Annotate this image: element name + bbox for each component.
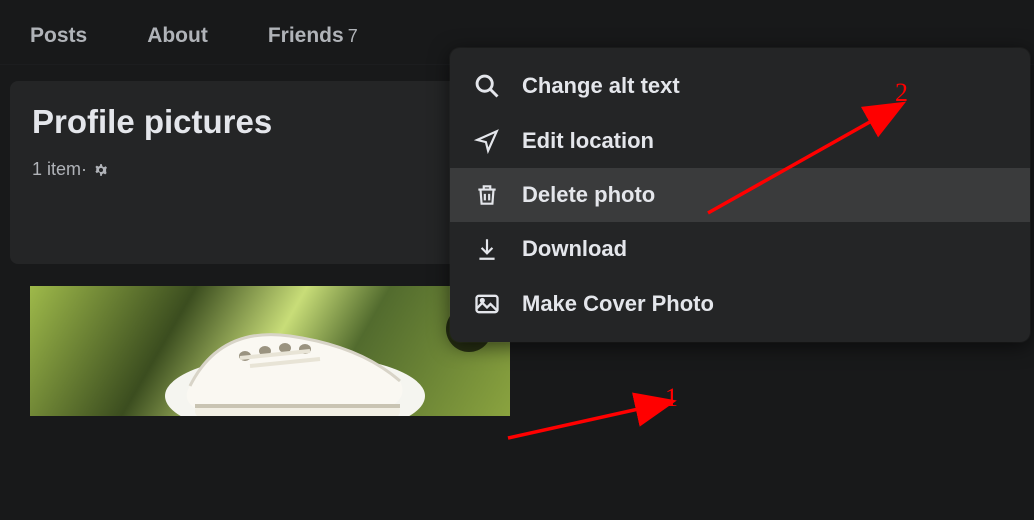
search-icon bbox=[472, 72, 502, 100]
menu-label: Change alt text bbox=[522, 73, 680, 99]
gear-icon[interactable] bbox=[93, 162, 109, 178]
download-icon bbox=[472, 236, 502, 262]
photo-thumbnail bbox=[30, 286, 510, 416]
menu-label: Make Cover Photo bbox=[522, 291, 714, 317]
menu-label: Delete photo bbox=[522, 182, 655, 208]
location-arrow-icon bbox=[472, 128, 502, 154]
photo-tile[interactable] bbox=[30, 286, 510, 416]
item-count: 1 item bbox=[32, 159, 81, 180]
photo-options-menu: Change alt text Edit location Delete pho… bbox=[450, 48, 1030, 342]
annotation-arrow-1 bbox=[490, 390, 685, 450]
annotation-label-1: 1 bbox=[665, 383, 678, 413]
trash-icon bbox=[472, 182, 502, 208]
sneaker-illustration bbox=[160, 286, 430, 416]
tab-friends[interactable]: Friends7 bbox=[268, 24, 358, 48]
image-icon bbox=[472, 290, 502, 318]
menu-delete-photo[interactable]: Delete photo bbox=[450, 168, 1030, 222]
tab-posts[interactable]: Posts bbox=[30, 24, 87, 48]
friends-count: 7 bbox=[348, 26, 358, 46]
meta-sep: · bbox=[81, 159, 87, 180]
menu-make-cover-photo[interactable]: Make Cover Photo bbox=[450, 276, 1030, 332]
tab-about[interactable]: About bbox=[147, 24, 208, 48]
menu-label: Download bbox=[522, 236, 627, 262]
menu-edit-location[interactable]: Edit location bbox=[450, 114, 1030, 168]
menu-change-alt-text[interactable]: Change alt text bbox=[450, 58, 1030, 114]
tab-friends-label: Friends bbox=[268, 24, 344, 47]
menu-label: Edit location bbox=[522, 128, 654, 154]
menu-download[interactable]: Download bbox=[450, 222, 1030, 276]
